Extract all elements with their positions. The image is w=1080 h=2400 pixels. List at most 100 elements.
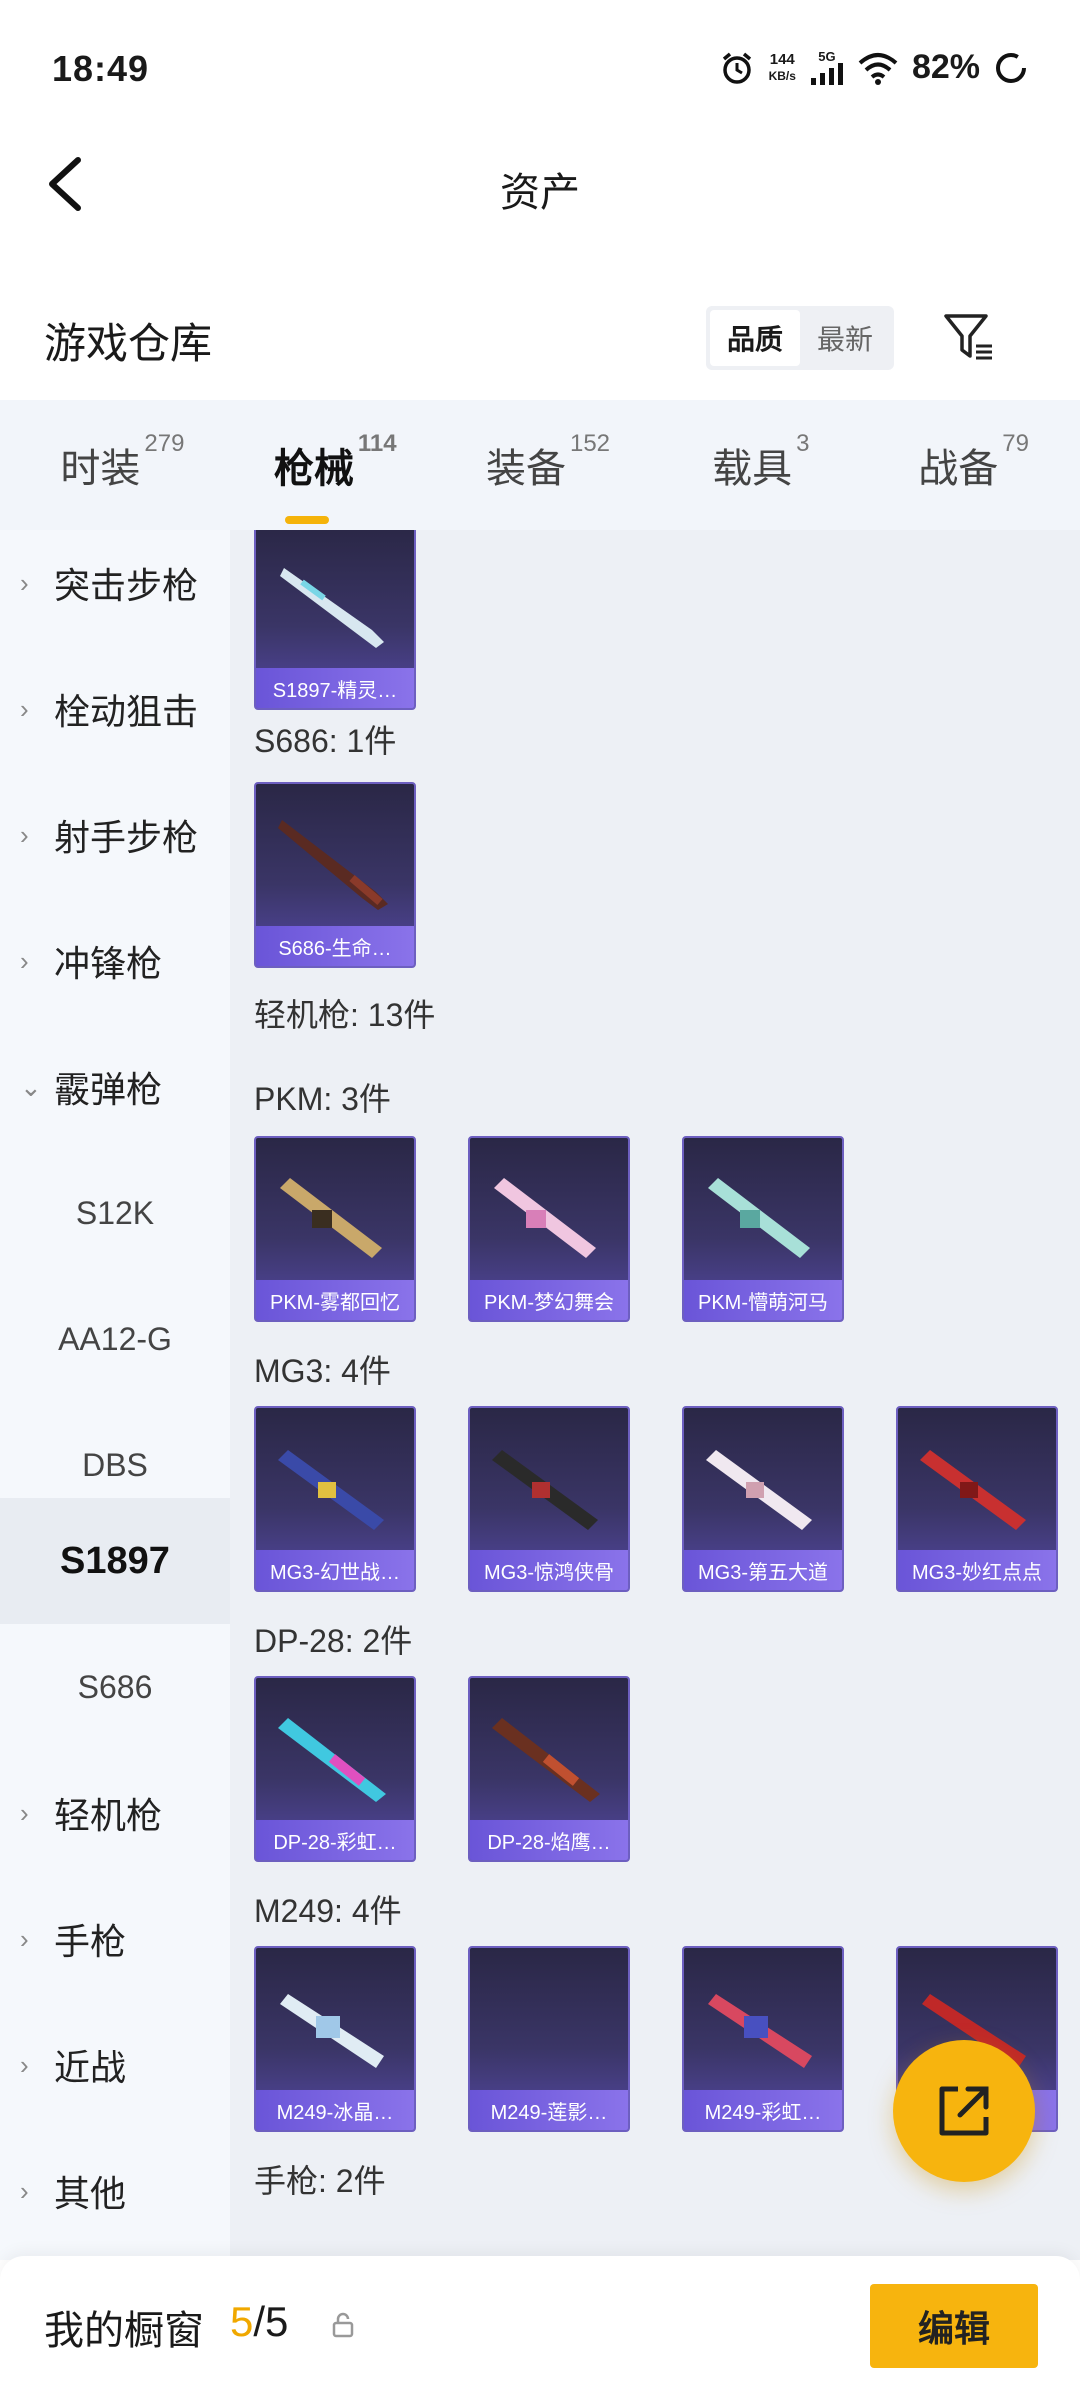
group-header-s686: S686: 1件	[254, 723, 397, 759]
skin-card[interactable]: S686-生命…	[254, 782, 416, 968]
showcase-count-current: 5	[230, 2298, 254, 2345]
sort-newest-button[interactable]: 最新	[800, 310, 890, 366]
chevron-down-icon: ⌄	[20, 1071, 42, 1102]
skin-name: PKM-懵萌河马	[684, 1280, 842, 1320]
machine-gun-icon	[280, 1994, 384, 2068]
category-tabs: 时装279 枪械114 装备152 载具3 战备79	[0, 400, 1080, 530]
chevron-right-icon: ›	[20, 945, 29, 976]
cell-signal: 5G	[810, 50, 844, 85]
sidebar-item-pistol[interactable]: › 手枪	[0, 1876, 230, 2002]
skin-name: S686-生命…	[256, 926, 414, 966]
sidebar-sub-s686[interactable]: S686	[0, 1624, 230, 1750]
skin-name: S1897-精灵…	[256, 668, 414, 708]
skin-card[interactable]: PKM-懵萌河马	[682, 1136, 844, 1322]
tab-equipment[interactable]: 装备152	[442, 430, 655, 494]
showcase-bar: 我的橱窗 5/5 编辑	[0, 2256, 1080, 2400]
group-header-mg3: MG3: 4件	[254, 1353, 391, 1389]
network-speed: 144 KB/s	[769, 51, 796, 84]
rifle-icon	[492, 1718, 600, 1802]
battery-ring-icon	[996, 52, 1026, 83]
machine-gun-icon	[708, 1178, 810, 1258]
group-header-pistol: 手枪: 2件	[254, 2163, 386, 2199]
skin-card[interactable]: M249-彩虹…	[682, 1946, 844, 2132]
network-type: 5G	[818, 49, 836, 64]
skin-card[interactable]: S1897-精灵…	[254, 530, 416, 710]
sidebar-sub-s1897[interactable]: S1897	[0, 1498, 230, 1624]
sidebar-item-bolt-sniper[interactable]: › 栓动狙击	[0, 646, 230, 772]
sidebar-item-label: 霰弹枪	[54, 1069, 163, 1110]
wifi-icon	[858, 52, 898, 85]
shotgun-icon	[278, 820, 388, 910]
signal-icon	[810, 63, 843, 85]
showcase-label: 我的橱窗	[44, 2309, 204, 2353]
skin-card[interactable]: M249-莲影…	[468, 1946, 630, 2132]
tab-vehicles[interactable]: 载具3	[654, 430, 867, 494]
skin-card[interactable]: DP-28-彩虹…	[254, 1676, 416, 1862]
weapon-type-sidebar: › 突击步枪 › 栓动狙击 › 射手步枪 › 冲锋枪 ⌄ 霰弹枪 S12K AA12-G …	[0, 530, 230, 2260]
sidebar-item-dmr[interactable]: › 射手步枪	[0, 772, 230, 898]
edit-button[interactable]: 编辑	[870, 2284, 1038, 2368]
weapon-skin-list: S1897-精灵… S686: 1件 S686-生命… 轻机枪: 13件 PKM…	[230, 530, 1080, 2260]
tab-supplies[interactable]: 战备79	[867, 430, 1080, 494]
tab-label: 枪械	[273, 447, 354, 491]
skin-card[interactable]: PKM-雾都回忆	[254, 1136, 416, 1322]
sidebar-item-label: 冲锋枪	[54, 943, 163, 984]
sidebar-item-melee[interactable]: › 近战	[0, 2002, 230, 2128]
sidebar-item-label: 手枪	[54, 1921, 127, 1962]
skin-card[interactable]: MG3-妙红点点	[896, 1406, 1058, 1592]
chevron-right-icon: ›	[20, 693, 29, 724]
skin-name: DP-28-彩虹…	[256, 1820, 414, 1860]
skin-card[interactable]: MG3-惊鸿侠骨	[468, 1406, 630, 1592]
tab-guns[interactable]: 枪械114	[229, 430, 442, 524]
sidebar-item-label: 射手步枪	[54, 817, 199, 858]
sidebar-item-lmg[interactable]: › 轻机枪	[0, 1750, 230, 1876]
machine-gun-icon	[280, 1178, 382, 1258]
skin-name: M249-彩虹…	[684, 2090, 842, 2130]
skin-card[interactable]: MG3-第五大道	[682, 1406, 844, 1592]
status-icons: 144 KB/s 5G 82%	[719, 48, 1028, 87]
chevron-right-icon: ›	[20, 819, 29, 850]
group-header-dp28: DP-28: 2件	[254, 1623, 413, 1659]
skin-card[interactable]: PKM-梦幻舞会	[468, 1136, 630, 1322]
chevron-right-icon: ›	[20, 2049, 29, 2080]
share-icon	[939, 2086, 989, 2136]
status-bar: 18:49 144 KB/s 5G 82%	[0, 0, 1080, 140]
skin-name: M249-冰晶…	[256, 2090, 414, 2130]
skin-name: DP-28-焰鹰…	[470, 1820, 628, 1860]
skin-name: MG3-惊鸿侠骨	[470, 1550, 628, 1590]
sidebar-item-other[interactable]: › 其他	[0, 2128, 230, 2254]
chevron-right-icon: ›	[20, 1923, 29, 1954]
sidebar-item-smg[interactable]: › 冲锋枪	[0, 898, 230, 1024]
group-header-m249: M249: 4件	[254, 1893, 402, 1929]
tab-label: 载具	[712, 447, 793, 491]
machine-gun-icon	[706, 1450, 812, 1530]
filter-icon[interactable]	[942, 310, 998, 366]
machine-gun-icon	[920, 1450, 1026, 1530]
tab-count: 279	[144, 430, 185, 457]
sidebar-sub-aa12g[interactable]: AA12-G	[0, 1276, 230, 1402]
lock-icon	[332, 2312, 354, 2338]
tab-count: 3	[796, 430, 810, 457]
skin-card[interactable]: M249-冰晶…	[254, 1946, 416, 2132]
sidebar-item-assault-rifle[interactable]: › 突击步枪	[0, 530, 230, 646]
sidebar-item-label: 近战	[54, 2047, 127, 2088]
chevron-right-icon: ›	[20, 567, 29, 598]
share-button[interactable]	[893, 2040, 1035, 2182]
skin-card[interactable]: MG3-幻世战…	[254, 1406, 416, 1592]
skin-card[interactable]: DP-28-焰鹰…	[468, 1676, 630, 1862]
sidebar-sub-s12k[interactable]: S12K	[0, 1150, 230, 1276]
sidebar-item-label: 轻机枪	[54, 1795, 163, 1836]
skin-name: MG3-妙红点点	[898, 1550, 1056, 1590]
tab-count: 114	[357, 430, 397, 457]
sidebar-item-label: 其他	[54, 2173, 127, 2214]
sidebar-item-shotgun[interactable]: ⌄ 霰弹枪	[0, 1024, 230, 1150]
tab-fashion[interactable]: 时装279	[16, 430, 229, 494]
tab-count: 79	[1002, 430, 1029, 457]
showcase-count-total: 5	[265, 2298, 289, 2345]
top-nav: 资产	[0, 140, 1080, 230]
sidebar-item-label: 栓动狙击	[54, 691, 199, 732]
machine-gun-icon	[278, 1450, 384, 1530]
skin-name: MG3-幻世战…	[256, 1550, 414, 1590]
sort-quality-button[interactable]: 品质	[710, 310, 800, 366]
skin-name: M249-莲影…	[470, 2090, 628, 2130]
